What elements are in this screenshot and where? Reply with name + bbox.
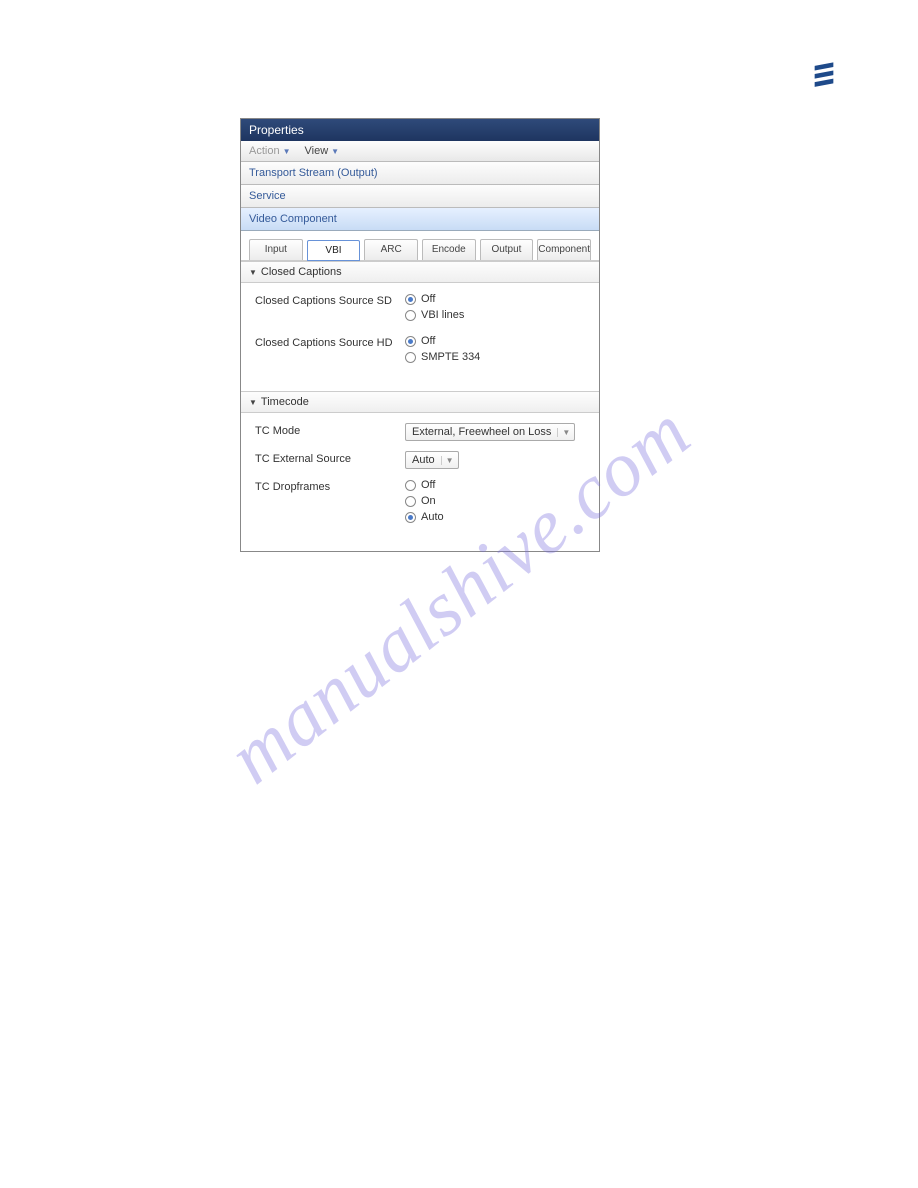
tc-ext-label: TC External Source [255, 451, 405, 465]
radio-tc-drop-off[interactable] [405, 480, 416, 491]
chevron-down-icon: ▼ [283, 147, 291, 156]
collapse-icon: ▼ [249, 398, 257, 407]
tab-encode[interactable]: Encode [422, 239, 476, 260]
section-timecode-body: TC Mode External, Freewheel on Loss ▼ TC… [241, 413, 599, 551]
tc-ext-select[interactable]: Auto ▼ [405, 451, 459, 469]
chevron-down-icon: ▼ [331, 147, 339, 156]
tab-arc[interactable]: ARC [364, 239, 418, 260]
tc-ext-value: Auto [412, 454, 435, 466]
chevron-down-icon: ▼ [441, 456, 454, 465]
menu-action[interactable]: Action ▼ [249, 145, 291, 157]
crumb-service[interactable]: Service [241, 185, 599, 208]
radio-cc-sd-off[interactable] [405, 294, 416, 305]
brand-logo [810, 60, 838, 91]
radio-tc-drop-auto[interactable] [405, 512, 416, 523]
radio-cc-hd-smpte[interactable] [405, 352, 416, 363]
tab-input[interactable]: Input [249, 239, 303, 260]
section-timecode-header[interactable]: ▼ Timecode [241, 391, 599, 413]
section-title: Timecode [261, 396, 309, 408]
crumb-transport-stream[interactable]: Transport Stream (Output) [241, 162, 599, 185]
chevron-down-icon: ▼ [557, 428, 570, 437]
crumb-video-component[interactable]: Video Component [241, 208, 599, 231]
radio-tc-drop-off-label: Off [421, 479, 435, 491]
tabs-row: Input VBI ARC Encode Output Component [241, 231, 599, 261]
panel-menubar: Action ▼ View ▼ [241, 141, 599, 162]
collapse-icon: ▼ [249, 268, 257, 277]
radio-cc-hd-off[interactable] [405, 336, 416, 347]
menu-action-label: Action [249, 145, 280, 157]
tab-component[interactable]: Component [537, 239, 591, 260]
radio-cc-sd-vbi-label: VBI lines [421, 309, 464, 321]
panel-title: Properties [241, 119, 599, 141]
radio-cc-sd-off-label: Off [421, 293, 435, 305]
radio-cc-sd-vbi[interactable] [405, 310, 416, 321]
tc-drop-label: TC Dropframes [255, 479, 405, 493]
tc-mode-select[interactable]: External, Freewheel on Loss ▼ [405, 423, 575, 441]
radio-tc-drop-auto-label: Auto [421, 511, 444, 523]
tc-mode-label: TC Mode [255, 423, 405, 437]
menu-view[interactable]: View ▼ [305, 145, 340, 157]
menu-view-label: View [305, 145, 329, 157]
radio-cc-hd-off-label: Off [421, 335, 435, 347]
cc-hd-label: Closed Captions Source HD [255, 335, 405, 349]
radio-tc-drop-on[interactable] [405, 496, 416, 507]
tc-mode-value: External, Freewheel on Loss [412, 426, 551, 438]
section-closed-captions-body: Closed Captions Source SD Off VBI lines … [241, 283, 599, 391]
section-closed-captions-header[interactable]: ▼ Closed Captions [241, 261, 599, 283]
tab-output[interactable]: Output [480, 239, 534, 260]
section-title: Closed Captions [261, 266, 342, 278]
radio-tc-drop-on-label: On [421, 495, 436, 507]
cc-sd-label: Closed Captions Source SD [255, 293, 405, 307]
tab-vbi[interactable]: VBI [307, 240, 361, 261]
properties-panel: Properties Action ▼ View ▼ Transport Str… [240, 118, 600, 552]
radio-cc-hd-smpte-label: SMPTE 334 [421, 351, 480, 363]
